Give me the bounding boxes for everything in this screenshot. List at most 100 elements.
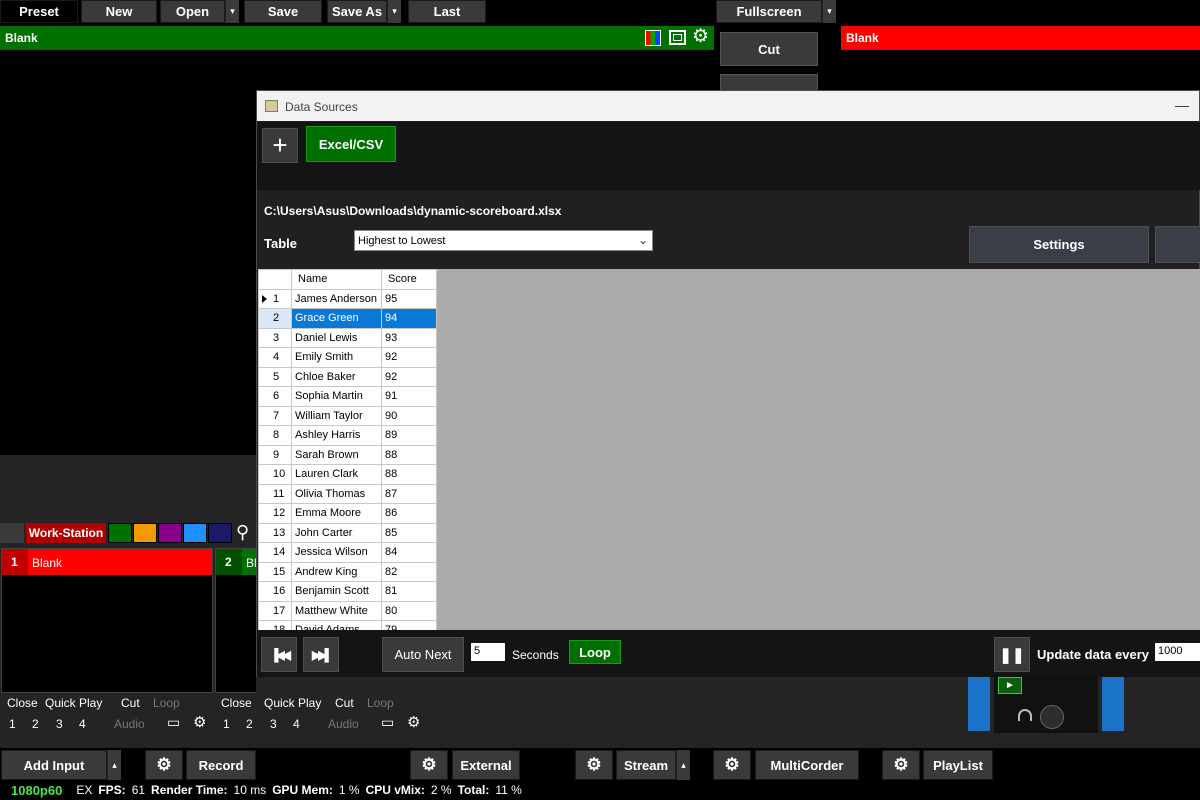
auto-next-button[interactable]: Auto Next xyxy=(382,637,464,672)
name-cell[interactable]: Grace Green xyxy=(291,308,382,329)
table-row[interactable]: 2 Grace Green 94 xyxy=(258,308,437,329)
minimize-icon[interactable]: — xyxy=(1175,97,1189,113)
gear-icon[interactable]: ⚙ xyxy=(407,713,420,731)
name-cell[interactable]: David Adams xyxy=(291,620,382,630)
table-select[interactable]: Highest to Lowest ⌄ xyxy=(354,230,653,251)
row-header[interactable]: 17 xyxy=(258,600,292,621)
input-1-quick-play-button[interactable]: Quick Play xyxy=(45,696,102,710)
open-button[interactable]: Open xyxy=(160,0,225,23)
extra-button[interactable] xyxy=(1155,226,1200,263)
search-icon[interactable]: ⚲ xyxy=(236,522,249,543)
record-settings-button[interactable]: ⚙ xyxy=(145,750,183,780)
playlist-button[interactable]: PlayList xyxy=(923,750,993,780)
table-row[interactable]: 7 William Taylor 90 xyxy=(258,405,437,426)
row-header[interactable]: 18 xyxy=(258,620,292,630)
score-cell[interactable]: 88 xyxy=(381,444,437,465)
save-button[interactable]: Save xyxy=(244,0,322,23)
name-cell[interactable]: Sarah Brown xyxy=(291,444,382,465)
input-1-loop-button[interactable]: Loop xyxy=(153,696,180,710)
name-cell[interactable]: Ashley Harris xyxy=(291,425,382,446)
input-1-overlay-4[interactable]: 4 xyxy=(79,717,86,731)
table-row[interactable]: 12 Emma Moore 86 xyxy=(258,503,437,524)
next-row-button[interactable]: ▶▶▌ xyxy=(303,637,339,672)
score-cell[interactable]: 93 xyxy=(381,327,437,348)
multicorder-button[interactable]: MultiCorder xyxy=(755,750,859,780)
record-button[interactable]: Record xyxy=(186,750,256,780)
input-1-close-button[interactable]: Close xyxy=(7,696,38,710)
table-row[interactable]: 5 Chloe Baker 92 xyxy=(258,366,437,387)
input-2-cut-button[interactable]: Cut xyxy=(335,696,354,710)
row-header[interactable]: 4 xyxy=(258,347,292,368)
stream-button[interactable]: Stream xyxy=(616,750,676,780)
color-filter-green[interactable] xyxy=(108,523,132,543)
score-cell[interactable]: 82 xyxy=(381,561,437,582)
table-row[interactable]: 14 Jessica Wilson 84 xyxy=(258,542,437,563)
add-source-button[interactable]: + xyxy=(262,128,298,163)
speaker-icon[interactable]: ► xyxy=(998,677,1022,694)
name-cell[interactable]: Olivia Thomas xyxy=(291,483,382,504)
add-input-button[interactable]: Add Input xyxy=(1,750,107,780)
name-cell[interactable]: Sophia Martin xyxy=(291,386,382,407)
row-header[interactable]: 5 xyxy=(258,366,292,387)
loop-button[interactable]: Loop xyxy=(569,640,621,664)
stream-settings-button[interactable]: ⚙ xyxy=(575,750,613,780)
score-cell[interactable]: 94 xyxy=(381,308,437,329)
row-header[interactable]: 14 xyxy=(258,542,292,563)
update-interval-input[interactable]: 1000 xyxy=(1155,643,1200,661)
score-cell[interactable]: 89 xyxy=(381,425,437,446)
name-cell[interactable]: William Taylor xyxy=(291,405,382,426)
row-header[interactable]: 11 xyxy=(258,483,292,504)
input-1-cut-button[interactable]: Cut xyxy=(121,696,140,710)
save-as-dropdown[interactable]: ▾ xyxy=(387,0,401,23)
multicorder-settings-button[interactable]: ⚙ xyxy=(713,750,751,780)
score-cell[interactable]: 85 xyxy=(381,522,437,543)
new-button[interactable]: New xyxy=(81,0,157,23)
input-2-overlay-3[interactable]: 3 xyxy=(270,717,277,731)
save-as-button[interactable]: Save As xyxy=(327,0,387,23)
input-2-overlay-4[interactable]: 4 xyxy=(293,717,300,731)
table-row[interactable]: 4 Emily Smith 92 xyxy=(258,347,437,368)
color-filter-orange[interactable] xyxy=(133,523,157,543)
row-header[interactable]: 1 xyxy=(258,288,292,309)
score-cell[interactable]: 88 xyxy=(381,464,437,485)
safe-area-icon[interactable] xyxy=(669,30,686,45)
color-filter-blue[interactable] xyxy=(183,523,207,543)
fullscreen-dropdown[interactable]: ▾ xyxy=(822,0,836,23)
score-cell[interactable]: 86 xyxy=(381,503,437,524)
headphones-icon[interactable] xyxy=(1018,709,1032,721)
preset-button[interactable]: Preset xyxy=(0,0,78,23)
input-2-loop-button[interactable]: Loop xyxy=(367,696,394,710)
previous-row-button[interactable]: ▐◀◀ xyxy=(261,637,297,672)
playlist-settings-button[interactable]: ⚙ xyxy=(882,750,920,780)
gear-icon[interactable]: ⚙ xyxy=(692,27,709,47)
grid-column-header[interactable]: Score xyxy=(381,269,437,290)
input-2-audio-button[interactable]: Audio xyxy=(328,717,359,731)
color-bars-icon[interactable] xyxy=(645,30,661,46)
table-row[interactable]: 8 Ashley Harris 89 xyxy=(258,425,437,446)
name-cell[interactable]: Emma Moore xyxy=(291,503,382,524)
row-header[interactable]: 2 xyxy=(258,308,292,329)
table-row[interactable]: 17 Matthew White 80 xyxy=(258,600,437,621)
input-2-overlay-1[interactable]: 1 xyxy=(223,717,230,731)
row-header[interactable]: 10 xyxy=(258,464,292,485)
name-cell[interactable]: Benjamin Scott xyxy=(291,581,382,602)
row-header[interactable]: 7 xyxy=(258,405,292,426)
stream-dropdown[interactable]: ▴ xyxy=(676,750,690,780)
tab-left-stub[interactable] xyxy=(0,523,24,543)
score-cell[interactable]: 92 xyxy=(381,366,437,387)
score-cell[interactable]: 90 xyxy=(381,405,437,426)
name-cell[interactable]: Chloe Baker xyxy=(291,366,382,387)
score-cell[interactable]: 91 xyxy=(381,386,437,407)
grid-column-header[interactable]: Name xyxy=(291,269,382,290)
score-cell[interactable]: 95 xyxy=(381,288,437,309)
table-row[interactable]: 1 James Anderson 95 xyxy=(258,288,437,309)
input-2-quick-play-button[interactable]: Quick Play xyxy=(264,696,321,710)
input-1-overlay-3[interactable]: 3 xyxy=(56,717,63,731)
table-row[interactable]: 9 Sarah Brown 88 xyxy=(258,444,437,465)
volume-knob[interactable] xyxy=(1040,705,1064,729)
fullscreen-button[interactable]: Fullscreen xyxy=(716,0,822,23)
row-header[interactable]: 3 xyxy=(258,327,292,348)
color-filter-navy[interactable] xyxy=(208,523,232,543)
table-row[interactable]: 18David Adams79 xyxy=(258,620,437,630)
color-filter-purple[interactable] xyxy=(158,523,182,543)
